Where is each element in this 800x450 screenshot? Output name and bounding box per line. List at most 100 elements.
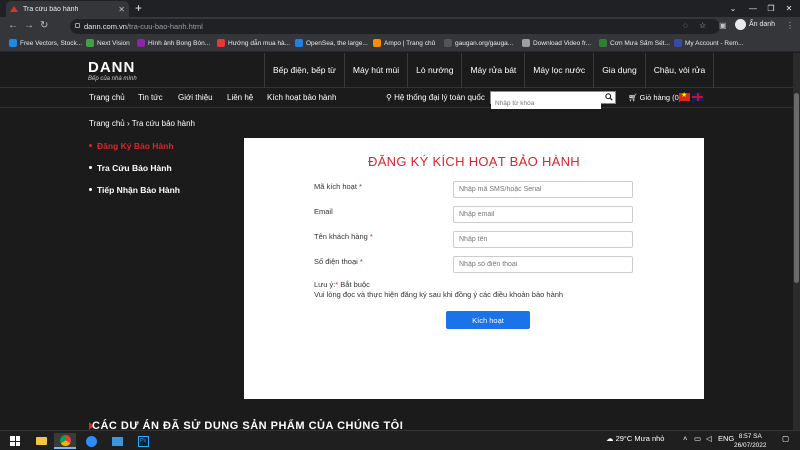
bookmark-icon (137, 39, 145, 47)
bookmark-icon (295, 39, 303, 47)
note-prefix: Lưu ý: (314, 280, 336, 289)
main-menu-item[interactable]: Máy lọc nước (524, 53, 593, 88)
bookmark-label: Free Vectors, Stock... (20, 39, 83, 47)
browser-tab[interactable]: Tra cứu bảo hành ✕ (6, 1, 129, 17)
main-menu-item[interactable]: Máy hút mùi (343, 53, 407, 88)
side-panel-icon[interactable]: ▣ (719, 20, 727, 32)
dann-logo[interactable]: DANN Bếp của nhà mình (88, 60, 137, 83)
reload-icon[interactable]: ↻ (40, 19, 48, 33)
forward-icon[interactable]: → (24, 19, 34, 33)
bookmark-label: Hình ảnh Bong Bón... (148, 39, 211, 47)
chevron-down-icon[interactable]: ⌄ (722, 0, 744, 17)
bookmark-item[interactable]: Ampo | Trang chủ (373, 39, 435, 47)
nav-warranty-activation[interactable]: Kích hoạt bảo hành (267, 93, 336, 102)
side-menu-lookup-warranty[interactable]: Tra Cứu Bảo Hành (89, 163, 180, 174)
page-scrollbar[interactable] (793, 53, 800, 430)
photos-logo (111, 436, 123, 446)
incognito-profile[interactable]: Ẩn danh (735, 19, 775, 30)
eye-off-icon[interactable]: ◌ (683, 20, 688, 32)
notifications-icon[interactable]: ▢ (782, 434, 789, 443)
weather-text: 29°C Mưa nhỏ (615, 434, 665, 443)
bookmark-item[interactable]: gaugan.org/gauga... (444, 39, 513, 47)
field-label: Số điện thoại * (314, 257, 363, 266)
show-hidden-icons-icon[interactable]: ˄ (683, 434, 687, 443)
bookmarks-bar: Free Vectors, Stock... Next Vision Hình … (0, 36, 800, 52)
network-icon[interactable]: ▭ (694, 434, 701, 443)
photos-icon[interactable] (106, 433, 128, 449)
secondary-nav: Trang chủ Tin tức Giới thiệu Liên hệ Kíc… (0, 88, 800, 109)
main-menu-item[interactable]: Gia dụng (593, 53, 645, 88)
photoshop-icon[interactable]: Ps (132, 433, 154, 449)
lock-icon (75, 23, 80, 28)
activation-code-input[interactable] (453, 181, 633, 198)
bookmark-item[interactable]: Hướng dẫn mua hà... (217, 39, 290, 47)
search-input[interactable] (491, 98, 601, 109)
nav-home[interactable]: Trang chủ (89, 93, 125, 102)
bookmark-item[interactable]: OpenSea, the large... (295, 39, 368, 47)
bookmark-item[interactable]: Free Vectors, Stock... (9, 39, 82, 47)
url-path: /tra-cuu-bao-hanh.html (126, 22, 203, 31)
zoom-logo (85, 435, 97, 447)
side-menu-receive-warranty[interactable]: Tiếp Nhận Bảo Hành (89, 185, 180, 196)
system-clock[interactable]: 8:57 SA 26/07/2022 (734, 432, 767, 450)
form-row-activation-code: Mã kích hoạt * (314, 181, 634, 199)
vietnam-flag-icon[interactable] (679, 91, 690, 101)
nav-news[interactable]: Tin tức (138, 93, 163, 102)
back-icon[interactable]: ← (8, 19, 18, 33)
dann-favicon-icon (10, 6, 19, 12)
cart-link[interactable]: 🛒︎ Giỏ hàng (0) (628, 93, 681, 102)
start-button[interactable] (4, 433, 26, 449)
main-menu-item[interactable]: Máy rửa bát (461, 53, 524, 88)
main-menu-item[interactable]: Bếp điện, bếp từ (264, 53, 344, 88)
main-menu-item[interactable]: Lò nướng (407, 53, 461, 88)
chrome-taskbar-icon[interactable] (54, 433, 76, 449)
url-host: dann.com.vn (84, 22, 127, 31)
close-tab-icon[interactable]: ✕ (118, 5, 125, 14)
breadcrumb[interactable]: Trang chủ › Tra cứu bảo hành (89, 119, 195, 128)
bookmark-item[interactable]: Cơn Mưa Sấm Sét... (599, 39, 670, 47)
bookmark-icon (373, 39, 381, 47)
bookmark-icon (86, 39, 94, 47)
bookmark-icon (599, 39, 607, 47)
activate-button[interactable]: Kích hoạt (446, 311, 530, 329)
menu-dots-icon[interactable]: ⋮ (786, 20, 794, 32)
bookmark-item[interactable]: Hình ảnh Bong Bón... (137, 39, 210, 47)
file-explorer-icon[interactable] (30, 433, 52, 449)
agency-label: Hệ thống đại lý toàn quốc (394, 93, 485, 102)
activation-code-label: Mã kích hoạt (314, 182, 357, 191)
address-bar[interactable]: dann.com.vn/tra-cuu-bao-hanh.html (70, 19, 720, 34)
main-menu-item[interactable]: Chậu, vòi rửa (644, 53, 715, 88)
language-indicator[interactable]: ENG (718, 434, 734, 443)
form-row-email: Email (314, 206, 634, 224)
phone-label: Số điện thoại (314, 257, 358, 266)
search-icon[interactable] (605, 93, 613, 101)
phone-input[interactable] (453, 256, 633, 273)
nav-contact[interactable]: Liên hệ (227, 93, 253, 102)
bookmark-item[interactable]: Download Video fr... (522, 39, 591, 47)
email-input[interactable] (453, 206, 633, 223)
customer-name-input[interactable] (453, 231, 633, 248)
folder-shape (35, 437, 47, 445)
bookmark-star-icon[interactable]: ☆ (699, 20, 706, 32)
scrollbar-thumb[interactable] (794, 93, 799, 283)
logo-text: DANN (88, 59, 136, 76)
zoom-icon[interactable] (80, 433, 102, 449)
new-tab-icon[interactable]: + (135, 1, 142, 15)
bookmark-item[interactable]: My Account - Rem... (674, 39, 744, 47)
bookmark-item[interactable]: Next Vision (86, 39, 130, 47)
photoshop-logo: Ps (137, 435, 149, 447)
close-window-icon[interactable]: ✕ (778, 0, 800, 17)
weather-widget[interactable]: ☁ 29°C Mưa nhỏ (606, 434, 664, 443)
profile-label: Ẩn danh (749, 21, 776, 28)
agency-link[interactable]: ⚲ Hệ thống đại lý toàn quốc (386, 93, 485, 102)
nav-about[interactable]: Giới thiệu (178, 93, 213, 102)
uk-flag-icon[interactable] (692, 93, 703, 101)
browser-toolbar: ← → ↻ dann.com.vn/tra-cuu-bao-hanh.html … (0, 17, 800, 36)
bookmark-label: Download Video fr... (533, 39, 592, 47)
bookmark-icon (444, 39, 452, 47)
volume-icon[interactable]: ◁ (706, 434, 712, 443)
side-menu-register-warranty[interactable]: Đăng Ký Bảo Hành (89, 141, 180, 152)
windows-logo-icon (10, 436, 20, 446)
warranty-side-menu: Đăng Ký Bảo Hành Tra Cứu Bảo Hành Tiếp N… (89, 141, 180, 207)
form-row-customer-name: Tên khách hàng * (314, 231, 634, 249)
